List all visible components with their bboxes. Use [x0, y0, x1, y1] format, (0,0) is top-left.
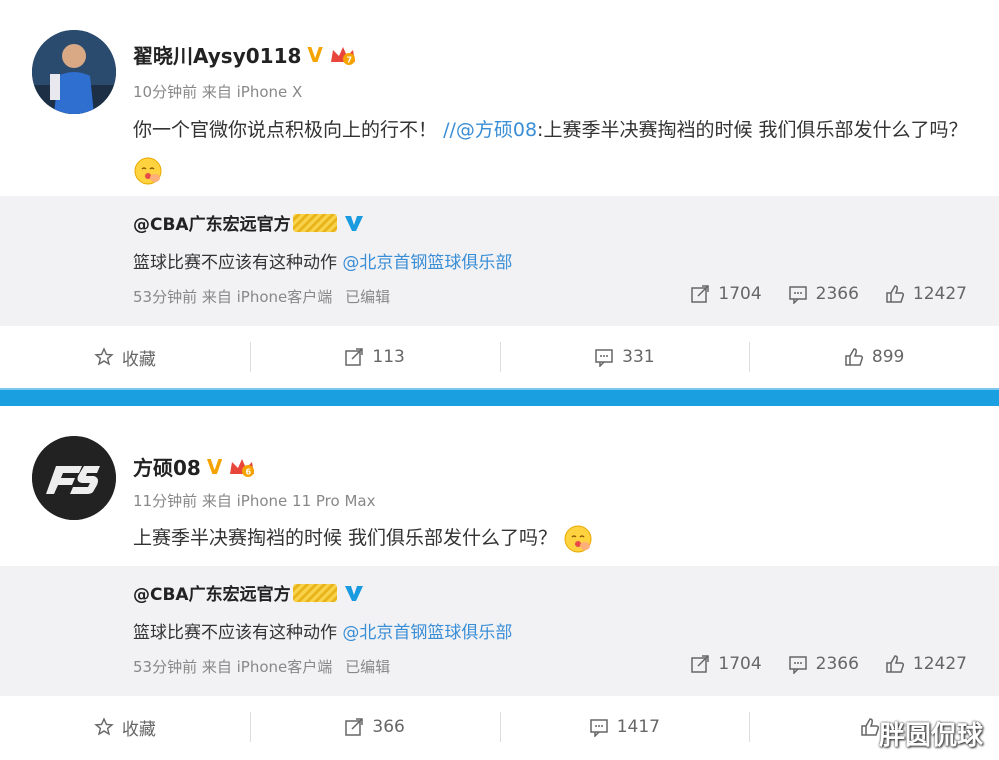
verified-v-icon: V: [307, 42, 323, 67]
share-button[interactable]: 113: [249, 326, 500, 388]
share-count: 366: [372, 717, 405, 737]
repost-mention-link[interactable]: @北京首钢篮球俱乐部: [342, 253, 512, 273]
verified-blue-icon: [343, 213, 365, 233]
repost-card[interactable]: @CBA广东宏远官方 篮球比赛不应该有这种动作 @北京首钢篮球俱乐部 53分钟前…: [0, 196, 999, 326]
post-time[interactable]: 10分钟前: [133, 83, 197, 101]
repost-share-count: 1704: [718, 284, 762, 304]
repost-stats: 1704 2366 12427: [690, 284, 967, 304]
repost-edited: 已编辑: [345, 288, 391, 306]
crown-icon: 6: [228, 456, 256, 478]
comment-count: 1417: [616, 717, 660, 737]
repost-share-count: 1704: [718, 654, 762, 674]
repost-comment-count: 2366: [815, 284, 859, 304]
like-icon: [861, 718, 880, 736]
author-name[interactable]: 翟晓川Aysy0118 V 7: [133, 40, 357, 69]
share-icon: [345, 348, 364, 366]
svg-text:7: 7: [346, 55, 352, 64]
blurred-name-mark: [292, 583, 337, 602]
verified-blue-icon: [343, 583, 365, 603]
share-count: 113: [372, 347, 405, 367]
repost-like-count: 12427: [912, 654, 967, 674]
action-bar: 收藏 366 1417: [0, 696, 999, 758]
comment-icon: [595, 349, 613, 367]
content-quote: :上赛季半决赛掏裆的时候 我们俱乐部发什么了吗？: [537, 119, 968, 141]
repost-edited: 已编辑: [345, 658, 391, 676]
mention-link[interactable]: //@方硕08: [443, 119, 537, 141]
action-bar: 收藏 113 331 899: [0, 326, 999, 388]
repost-body: 篮球比赛不应该有这种动作: [133, 623, 337, 643]
post-content: 你一个官微你说点积极向上的行不！ //@方硕08:上赛季半决赛掏裆的时候 我们俱…: [133, 110, 973, 190]
repost-share-stat[interactable]: 1704: [690, 654, 762, 674]
emoji-icon: [133, 156, 163, 186]
post-divider: [0, 388, 999, 406]
repost-author-text[interactable]: @CBA广东宏远官方: [133, 580, 291, 605]
repost-share-stat[interactable]: 1704: [690, 284, 762, 304]
repost-author[interactable]: @CBA广东宏远官方: [133, 210, 365, 235]
repost-time[interactable]: 53分钟前: [133, 288, 197, 306]
post-source: 来自 iPhone 11 Pro Max: [201, 492, 376, 510]
share-button[interactable]: 366: [249, 696, 500, 758]
share-icon: [345, 718, 364, 736]
repost-like-stat[interactable]: 12427: [885, 284, 967, 304]
like-icon: [886, 285, 904, 303]
content-text: 你一个官微你说点积极向上的行不！: [133, 119, 438, 141]
post-meta: 10分钟前 来自 iPhone X: [133, 81, 302, 102]
avatar[interactable]: [32, 30, 116, 114]
like-icon: [886, 655, 904, 673]
repost-comment-count: 2366: [815, 654, 859, 674]
emoji-icon: [563, 524, 593, 554]
like-count: 899: [871, 347, 905, 367]
star-icon: [94, 717, 114, 736]
post-content: 上赛季半决赛掏裆的时候 我们俱乐部发什么了吗？: [133, 518, 973, 558]
comment-icon: [788, 286, 807, 304]
repost-source: 来自 iPhone客户端: [201, 288, 333, 306]
repost-text: 篮球比赛不应该有这种动作 @北京首钢篮球俱乐部: [133, 618, 512, 643]
svg-text:6: 6: [246, 467, 252, 476]
author-name-text[interactable]: 方硕08: [133, 452, 201, 481]
like-button[interactable]: 899: [749, 326, 999, 388]
share-icon: [691, 285, 710, 303]
star-icon: [94, 347, 114, 366]
repost-mention-link[interactable]: @北京首钢篮球俱乐部: [342, 623, 512, 643]
author-name-text[interactable]: 翟晓川Aysy0118: [133, 40, 301, 69]
share-icon: [691, 655, 710, 673]
repost-comment-stat[interactable]: 2366: [788, 284, 859, 304]
weibo-post-2: 方硕08 V 6 11分钟前 来自 iPhone 11 Pro Max 上赛季半…: [0, 406, 999, 760]
author-name[interactable]: 方硕08 V 6: [133, 452, 256, 481]
watermark: 胖圆侃球: [878, 721, 983, 751]
comment-icon: [788, 656, 807, 674]
repost-meta: 53分钟前 来自 iPhone客户端 已编辑: [133, 286, 390, 307]
favorite-label: 收藏: [121, 349, 156, 370]
like-icon: [845, 348, 863, 366]
favorite-button[interactable]: 收藏: [0, 326, 250, 388]
avatar[interactable]: [32, 436, 116, 520]
post-meta: 11分钟前 来自 iPhone 11 Pro Max: [133, 490, 375, 511]
repost-stats: 1704 2366 12427: [690, 654, 967, 674]
repost-comment-stat[interactable]: 2366: [788, 654, 859, 674]
repost-author[interactable]: @CBA广东宏远官方: [133, 580, 365, 605]
repost-like-stat[interactable]: 12427: [885, 654, 967, 674]
comment-button[interactable]: 1417: [499, 696, 750, 758]
comment-icon: [589, 719, 608, 737]
repost-meta: 53分钟前 来自 iPhone客户端 已编辑: [133, 656, 390, 677]
repost-like-count: 12427: [912, 284, 967, 304]
repost-body: 篮球比赛不应该有这种动作: [133, 253, 337, 273]
repost-time[interactable]: 53分钟前: [133, 658, 197, 676]
verified-v-icon: V: [206, 454, 223, 479]
post-source: 来自 iPhone X: [201, 83, 303, 101]
favorite-button[interactable]: 收藏: [0, 696, 250, 758]
repost-text: 篮球比赛不应该有这种动作 @北京首钢篮球俱乐部: [133, 248, 512, 273]
comment-count: 331: [622, 347, 655, 367]
weibo-post-1: 翟晓川Aysy0118 V 7 10分钟前 来自 iPhone X 你一个官微你…: [0, 0, 999, 388]
repost-author-text[interactable]: @CBA广东宏远官方: [133, 210, 291, 235]
content-text: 上赛季半决赛掏裆的时候 我们俱乐部发什么了吗？: [133, 527, 558, 549]
crown-icon: 7: [329, 44, 357, 66]
favorite-label: 收藏: [121, 719, 156, 740]
comment-button[interactable]: 331: [499, 326, 750, 388]
repost-card[interactable]: @CBA广东宏远官方 篮球比赛不应该有这种动作 @北京首钢篮球俱乐部 53分钟前…: [0, 566, 999, 696]
blurred-name-mark: [292, 213, 337, 232]
post-time[interactable]: 11分钟前: [133, 492, 197, 510]
repost-source: 来自 iPhone客户端: [201, 658, 333, 676]
